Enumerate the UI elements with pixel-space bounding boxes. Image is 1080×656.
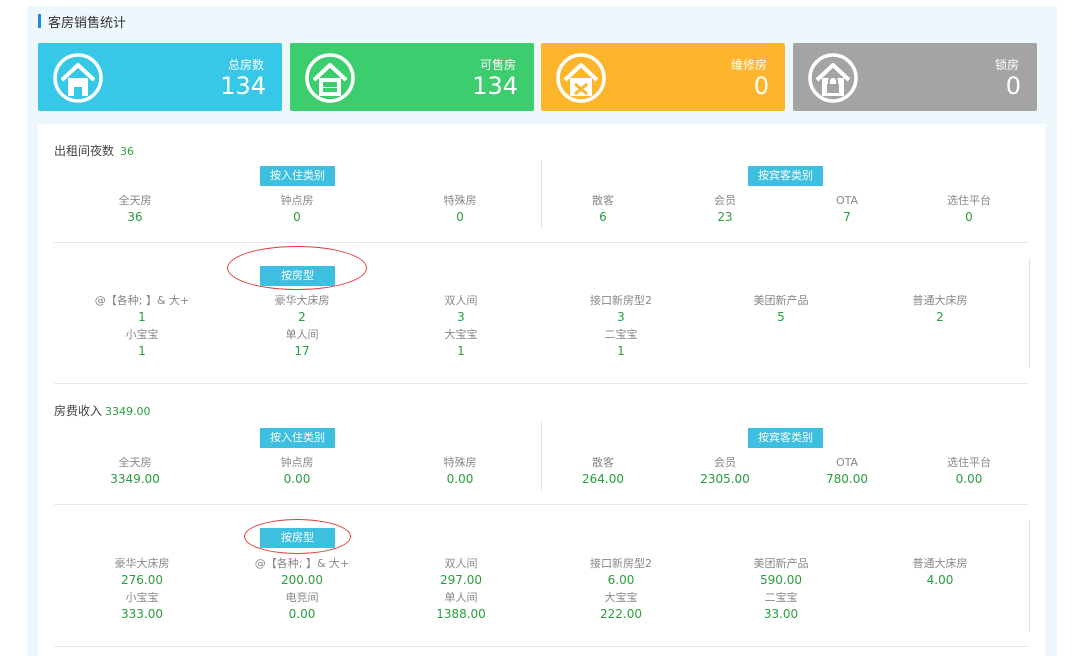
card-total-rooms[interactable]: 总房数 134 (38, 43, 282, 111)
nights-by-checkin-tag[interactable]: 按入住类别 (260, 166, 335, 186)
revenue-by-checkin-tag[interactable]: 按入住类别 (260, 428, 335, 448)
revenue-guest-member: 会员 2305.00 (700, 456, 750, 486)
revenue-room-type: 普通大床房 4.00 (912, 557, 968, 587)
divider (54, 242, 1028, 243)
nights-room-type: 接口新房型2 3 (590, 294, 652, 324)
section-title: 客房销售统计 (38, 13, 127, 31)
card-label: 维修房 (730, 58, 767, 72)
house-icon (53, 53, 103, 103)
nights-room-type: 二宝宝 1 (604, 328, 638, 358)
card-value: 0 (1005, 72, 1021, 100)
revenue-room-type: @【各种; 】& 大+ 200.00 (254, 557, 350, 587)
divider (541, 160, 542, 228)
nights-guest-walkin: 散客 6 (592, 194, 614, 224)
highlight-oval (244, 519, 351, 554)
card-label: 总房数 (227, 58, 264, 72)
revenue-guest-platform: 选住平台 0.00 (947, 456, 991, 486)
card-locked-rooms[interactable]: 锁房 0 (793, 43, 1037, 111)
revenue-total: 3349.00 (105, 405, 151, 418)
revenue-room-type: 接口新房型2 6.00 (590, 557, 652, 587)
revenue-room-type: 大宝宝 222.00 (600, 591, 642, 621)
revenue-room-type: 美团新产品 590.00 (753, 557, 809, 587)
card-value: 134 (472, 72, 518, 100)
revenue-room-type: 豪华大床房 276.00 (114, 557, 170, 587)
nights-room-type: 普通大床房 2 (912, 294, 968, 324)
revenue-room-type: 二宝宝 33.00 (763, 591, 799, 621)
nights-room-type: 大宝宝 1 (444, 328, 478, 358)
nights-guest-member: 会员 23 (714, 194, 736, 224)
revenue-room-type: 电竞间 0.00 (285, 591, 319, 621)
card-label: 可售房 (479, 58, 516, 72)
nights-room-type: 单人间 17 (285, 328, 319, 358)
revenue-label: 房费收入 (54, 404, 103, 418)
tools-house-icon (556, 53, 606, 103)
nights-room-type: 小宝宝 1 (125, 328, 159, 358)
revenue-checkin-special: 特殊房 0.00 (443, 456, 477, 486)
divider (1029, 258, 1030, 368)
nights-total: 36 (120, 145, 135, 158)
revenue-guest-ota: OTA 780.00 (826, 456, 868, 486)
nights-title: 出租间夜数 36 (54, 142, 134, 159)
revenue-room-type: 小宝宝 333.00 (121, 591, 163, 621)
nights-guest-platform: 选住平台 0 (947, 194, 991, 224)
divider (54, 383, 1028, 384)
title-accent-bar (38, 14, 41, 28)
divider (54, 504, 1028, 505)
page-title: 客房销售统计 (48, 15, 127, 31)
revenue-checkin-hourly: 钟点房 0.00 (280, 456, 314, 486)
nights-label: 出租间夜数 (54, 144, 115, 158)
nights-checkin-special: 特殊房 0 (443, 194, 477, 224)
revenue-room-type: 双人间 297.00 (440, 557, 482, 587)
card-value: 134 (220, 72, 266, 100)
revenue-title: 房费收入 3349.00 (54, 402, 151, 419)
divider (1029, 520, 1030, 632)
highlight-oval (227, 246, 367, 290)
nights-by-guest-tag[interactable]: 按宾客类别 (748, 166, 823, 186)
nights-room-type: 双人间 3 (444, 294, 478, 324)
nights-room-type: @【各种; 】& 大+ 1 (94, 294, 190, 324)
revenue-checkin-all-day: 全天房 3349.00 (110, 456, 160, 486)
card-available-rooms[interactable]: 可售房 134 (290, 43, 534, 111)
bed-house-icon (305, 53, 355, 103)
card-maintenance-rooms[interactable]: 维修房 0 (541, 43, 785, 111)
lock-house-icon (808, 53, 858, 103)
card-value: 0 (753, 72, 769, 100)
nights-room-type: 美团新产品 5 (753, 294, 809, 324)
divider (541, 422, 542, 490)
divider (54, 646, 1028, 647)
nights-checkin-all-day: 全天房 36 (118, 194, 152, 224)
card-label: 锁房 (994, 58, 1019, 72)
nights-room-type: 豪华大床房 2 (274, 294, 330, 324)
revenue-by-guest-tag[interactable]: 按宾客类别 (748, 428, 823, 448)
revenue-room-type: 单人间 1388.00 (436, 591, 486, 621)
nights-guest-ota: OTA 7 (835, 194, 859, 224)
revenue-guest-walkin: 散客 264.00 (582, 456, 624, 486)
nights-checkin-hourly: 钟点房 0 (280, 194, 314, 224)
